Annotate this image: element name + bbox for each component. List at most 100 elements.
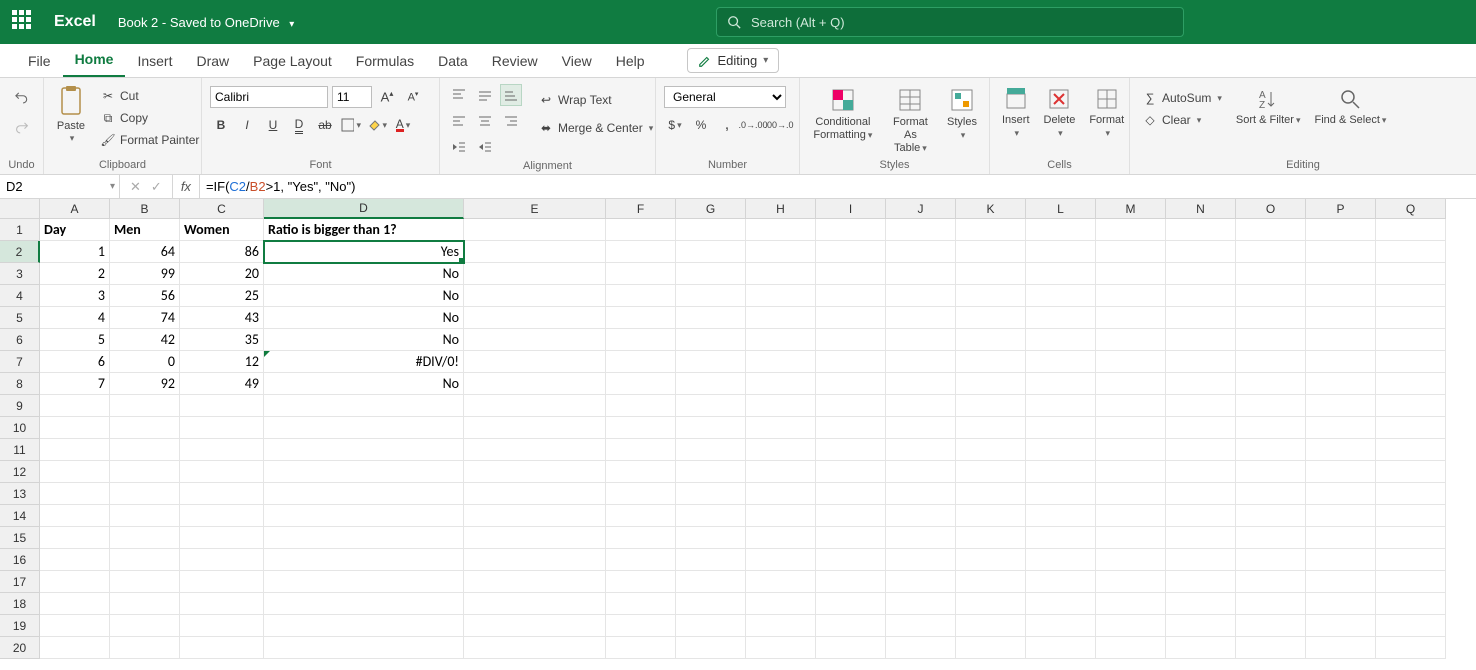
name-box[interactable]: D2 ▾ <box>0 175 120 198</box>
cell[interactable] <box>1026 219 1096 241</box>
borders-button[interactable]: ▾ <box>340 114 362 136</box>
cell[interactable] <box>464 615 606 637</box>
cell[interactable] <box>1306 417 1376 439</box>
cell[interactable] <box>1306 373 1376 395</box>
strikethrough-button[interactable]: ab <box>314 114 336 136</box>
column-header[interactable]: M <box>1096 199 1166 219</box>
row-header[interactable]: 18 <box>0 593 40 615</box>
cell[interactable] <box>464 395 606 417</box>
cell[interactable] <box>1026 571 1096 593</box>
cell[interactable] <box>110 527 180 549</box>
sort-filter-button[interactable]: AZ Sort & Filter▾ <box>1232 84 1305 129</box>
cell[interactable] <box>746 307 816 329</box>
cell[interactable] <box>1376 329 1446 351</box>
cell[interactable] <box>264 483 464 505</box>
select-all-corner[interactable] <box>0 199 40 219</box>
cell[interactable] <box>746 417 816 439</box>
cell[interactable] <box>886 351 956 373</box>
cell[interactable] <box>886 263 956 285</box>
tab-review[interactable]: Review <box>480 47 550 77</box>
row-header[interactable]: 1 <box>0 219 40 241</box>
cell[interactable] <box>606 527 676 549</box>
cell[interactable]: 0 <box>110 351 180 373</box>
cell[interactable] <box>110 505 180 527</box>
cell[interactable] <box>746 263 816 285</box>
document-title[interactable]: Book 2 - Saved to OneDrive ▾ <box>118 15 295 30</box>
cell[interactable] <box>464 329 606 351</box>
cell[interactable] <box>180 483 264 505</box>
cell[interactable] <box>1166 417 1236 439</box>
cell[interactable] <box>676 285 746 307</box>
cell[interactable] <box>606 637 676 659</box>
cell[interactable] <box>1376 351 1446 373</box>
cell[interactable]: Women <box>180 219 264 241</box>
cell[interactable] <box>40 593 110 615</box>
cell[interactable] <box>746 571 816 593</box>
cell[interactable] <box>676 615 746 637</box>
cell[interactable] <box>1236 351 1306 373</box>
tab-page-layout[interactable]: Page Layout <box>241 47 344 77</box>
cell[interactable] <box>886 571 956 593</box>
cell[interactable] <box>1026 549 1096 571</box>
tab-help[interactable]: Help <box>604 47 657 77</box>
cell[interactable] <box>180 615 264 637</box>
fx-icon[interactable]: fx <box>173 175 200 198</box>
cell[interactable] <box>956 219 1026 241</box>
cell[interactable] <box>110 637 180 659</box>
column-header[interactable]: F <box>606 199 676 219</box>
cell[interactable] <box>1236 505 1306 527</box>
cell[interactable] <box>886 439 956 461</box>
cell[interactable] <box>180 571 264 593</box>
cell[interactable] <box>956 263 1026 285</box>
cell[interactable] <box>816 263 886 285</box>
cell[interactable]: 20 <box>180 263 264 285</box>
cell[interactable] <box>1096 527 1166 549</box>
cell[interactable] <box>816 307 886 329</box>
cell[interactable] <box>180 549 264 571</box>
row-header[interactable]: 2 <box>0 241 40 263</box>
cell[interactable] <box>886 417 956 439</box>
cell[interactable] <box>1026 637 1096 659</box>
cell[interactable] <box>110 461 180 483</box>
cell[interactable] <box>1026 527 1096 549</box>
cell[interactable]: 74 <box>110 307 180 329</box>
bold-button[interactable]: B <box>210 114 232 136</box>
cell[interactable]: 42 <box>110 329 180 351</box>
cell[interactable] <box>1236 549 1306 571</box>
cell[interactable] <box>746 637 816 659</box>
font-name-select[interactable] <box>210 86 328 108</box>
column-header[interactable]: N <box>1166 199 1236 219</box>
cell[interactable] <box>606 219 676 241</box>
cell[interactable] <box>1096 285 1166 307</box>
cell[interactable] <box>816 549 886 571</box>
cell[interactable] <box>676 329 746 351</box>
cell[interactable] <box>1306 527 1376 549</box>
cell[interactable] <box>1096 483 1166 505</box>
cell[interactable] <box>1096 417 1166 439</box>
column-header[interactable]: A <box>40 199 110 219</box>
cell[interactable] <box>1306 637 1376 659</box>
cell[interactable] <box>1236 263 1306 285</box>
row-header[interactable]: 12 <box>0 461 40 483</box>
cell[interactable] <box>606 351 676 373</box>
cell[interactable] <box>1166 351 1236 373</box>
cell[interactable] <box>1376 637 1446 659</box>
cell[interactable] <box>886 307 956 329</box>
column-header[interactable]: C <box>180 199 264 219</box>
cell[interactable] <box>816 417 886 439</box>
cell[interactable] <box>1166 505 1236 527</box>
column-header[interactable]: E <box>464 199 606 219</box>
cell[interactable]: No <box>264 373 464 395</box>
cell[interactable] <box>956 351 1026 373</box>
cell[interactable] <box>1026 461 1096 483</box>
cell[interactable] <box>1306 483 1376 505</box>
cell[interactable] <box>956 241 1026 263</box>
cell[interactable] <box>1026 439 1096 461</box>
cell[interactable] <box>464 593 606 615</box>
cell[interactable] <box>816 527 886 549</box>
cell[interactable] <box>606 417 676 439</box>
cell-styles-button[interactable]: Styles▾ <box>943 84 981 144</box>
align-bottom-button[interactable] <box>500 84 522 106</box>
row-header[interactable]: 7 <box>0 351 40 373</box>
cell[interactable] <box>816 593 886 615</box>
